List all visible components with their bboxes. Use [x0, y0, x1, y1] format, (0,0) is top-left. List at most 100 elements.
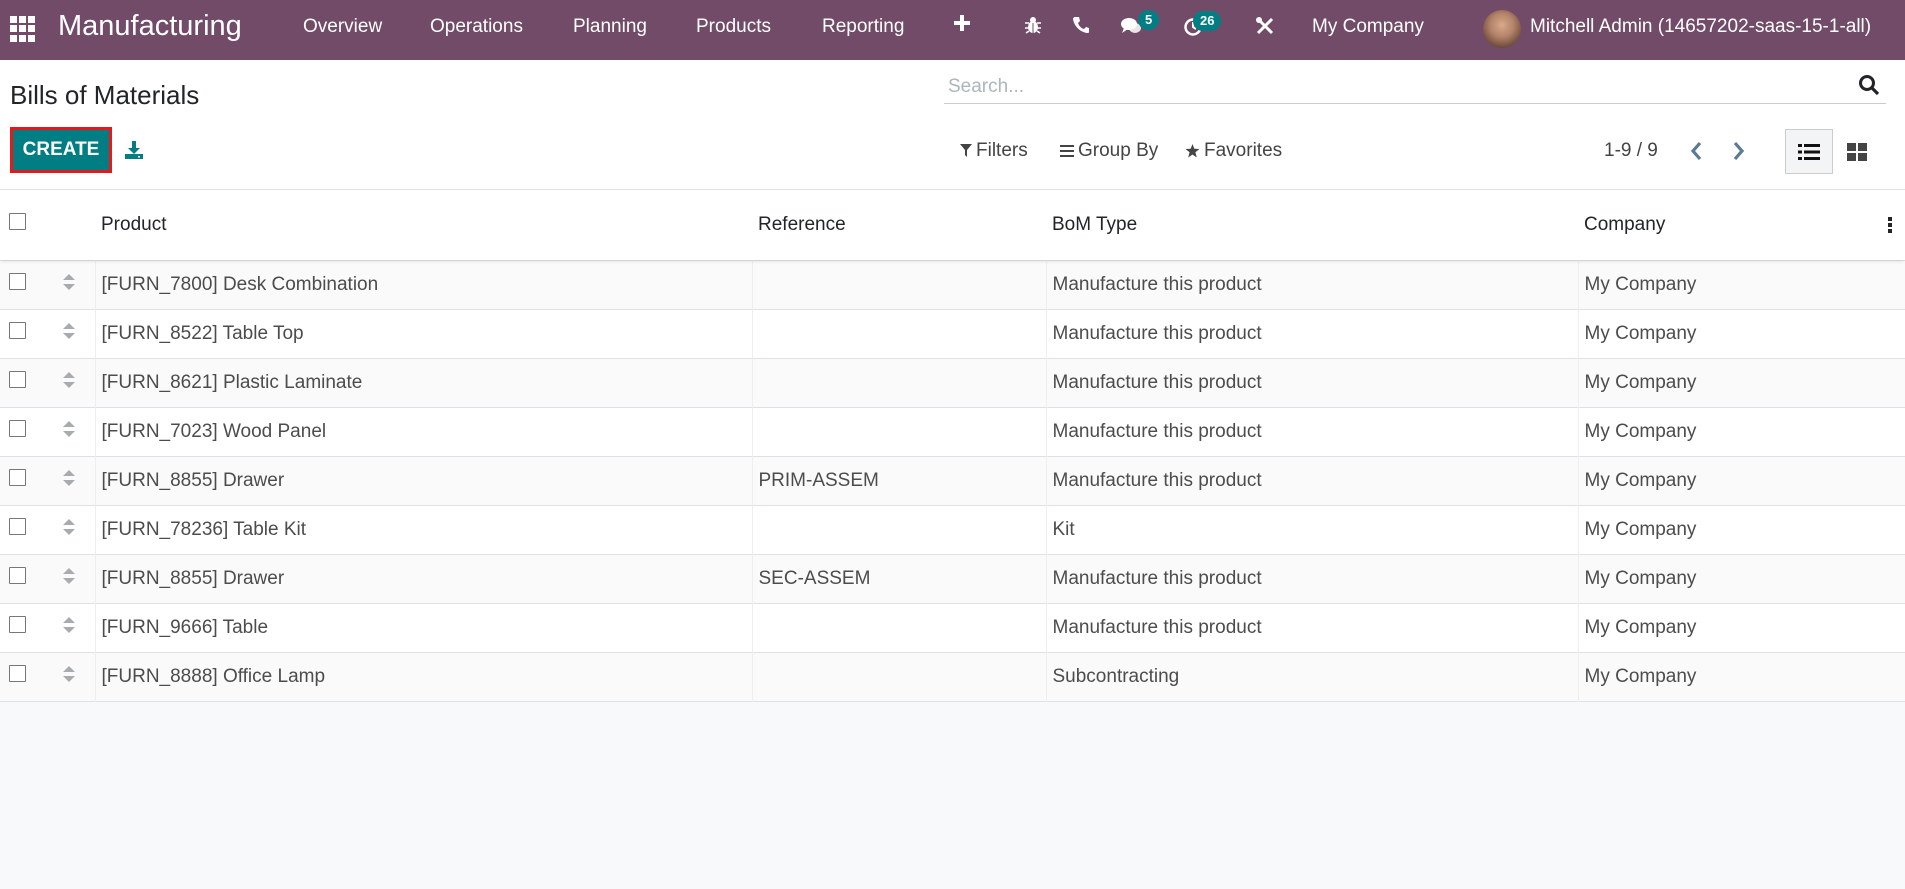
row-handle-cell — [50, 603, 95, 652]
star-icon — [1185, 144, 1200, 158]
activities-badge: 26 — [1193, 11, 1222, 31]
bom-list: Product Reference BoM Type Company [FURN… — [0, 190, 1905, 702]
chat-icon[interactable]: 5 — [1120, 10, 1160, 42]
select-all-checkbox[interactable] — [9, 213, 26, 231]
column-header-company[interactable]: Company — [1578, 190, 1905, 260]
column-header-reference[interactable]: Reference — [752, 190, 1046, 260]
drag-handle-icon[interactable] — [62, 469, 76, 487]
cell-reference — [751, 652, 1046, 701]
app-menu-grid-icon[interactable] — [10, 16, 36, 42]
row-checkbox[interactable] — [9, 371, 26, 388]
kanban-view-button[interactable] — [1833, 129, 1881, 174]
table-row[interactable]: [FURN_8621] Plastic Laminate Manufacture… — [0, 358, 1905, 407]
row-select-cell — [0, 358, 50, 407]
table-row[interactable]: [FURN_8855] Drawer SEC-ASSEM Manufacture… — [0, 554, 1905, 603]
menu-reporting[interactable]: Reporting — [822, 16, 904, 38]
favorites-button[interactable]: Favorites — [1185, 140, 1282, 162]
row-select-cell — [0, 407, 50, 456]
drag-handle-icon[interactable] — [62, 371, 76, 389]
select-all-cell — [0, 190, 50, 260]
row-select-cell — [0, 603, 50, 652]
phone-icon[interactable] — [1072, 16, 1090, 40]
filter-icon — [960, 144, 972, 157]
cell-bom-type: Manufacture this product — [1045, 358, 1578, 407]
row-checkbox[interactable] — [9, 518, 26, 535]
drag-handle-icon[interactable] — [62, 420, 76, 438]
drag-handle-icon[interactable] — [62, 616, 76, 634]
list-view-button[interactable] — [1785, 129, 1833, 174]
drag-handle-icon[interactable] — [62, 567, 76, 585]
pager-previous-icon[interactable] — [1687, 140, 1707, 162]
drag-handle-icon[interactable] — [62, 273, 76, 291]
cell-product: [FURN_8888] Office Lamp — [94, 652, 752, 701]
row-checkbox[interactable] — [9, 469, 26, 486]
drag-handle-icon[interactable] — [62, 665, 76, 683]
row-checkbox[interactable] — [9, 567, 26, 584]
cell-product: [FURN_8855] Drawer — [94, 554, 752, 603]
bug-icon[interactable] — [1024, 15, 1042, 41]
menu-operations[interactable]: Operations — [430, 16, 523, 38]
cell-reference: SEC-ASSEM — [751, 554, 1046, 603]
cell-bom-type: Manufacture this product — [1045, 260, 1578, 309]
cell-company: My Company — [1577, 652, 1905, 701]
drag-handle-icon[interactable] — [62, 322, 76, 340]
cell-company: My Company — [1577, 603, 1905, 652]
row-checkbox[interactable] — [9, 322, 26, 339]
table-row[interactable]: [FURN_7023] Wood Panel Manufacture this … — [0, 407, 1905, 456]
table-row[interactable]: [FURN_8855] Drawer PRIM-ASSEM Manufactur… — [0, 456, 1905, 505]
optional-columns-icon[interactable] — [1887, 216, 1893, 234]
cell-bom-type: Manufacture this product — [1045, 407, 1578, 456]
activity-clock-icon[interactable]: 26 — [1183, 11, 1222, 43]
menu-overview[interactable]: Overview — [303, 16, 382, 38]
cell-company: My Company — [1577, 309, 1905, 358]
user-avatar[interactable] — [1483, 10, 1521, 48]
row-select-cell — [0, 260, 50, 309]
column-header-bom-type[interactable]: BoM Type — [1046, 190, 1578, 260]
table-row[interactable]: [FURN_8888] Office Lamp Subcontracting M… — [0, 652, 1905, 701]
row-checkbox[interactable] — [9, 665, 26, 682]
search-icon[interactable] — [1858, 74, 1880, 96]
create-button[interactable]: CREATE — [10, 127, 112, 173]
export-download-icon[interactable] — [124, 140, 144, 160]
row-checkbox[interactable] — [9, 420, 26, 437]
row-checkbox[interactable] — [9, 616, 26, 633]
pager-value[interactable]: 1-9 / 9 — [1604, 140, 1658, 162]
row-checkbox[interactable] — [9, 273, 26, 290]
cell-company: My Company — [1577, 407, 1905, 456]
cell-reference — [751, 505, 1046, 554]
row-handle-cell — [50, 260, 95, 309]
search-input[interactable] — [944, 75, 1844, 98]
company-switcher[interactable]: My Company — [1312, 16, 1424, 38]
row-select-cell — [0, 505, 50, 554]
drag-handle-icon[interactable] — [62, 518, 76, 536]
cell-bom-type: Manufacture this product — [1045, 456, 1578, 505]
cell-product: [FURN_8621] Plastic Laminate — [94, 358, 752, 407]
table-row[interactable]: [FURN_7800] Desk Combination Manufacture… — [0, 260, 1905, 309]
row-handle-cell — [50, 505, 95, 554]
table-row[interactable]: [FURN_8522] Table Top Manufacture this p… — [0, 309, 1905, 358]
cell-company: My Company — [1577, 554, 1905, 603]
app-name[interactable]: Manufacturing — [58, 10, 242, 43]
row-handle-cell — [50, 407, 95, 456]
group-by-label: Group By — [1078, 140, 1159, 161]
row-handle-cell — [50, 309, 95, 358]
menu-products[interactable]: Products — [696, 16, 771, 38]
row-handle-cell — [50, 358, 95, 407]
cell-bom-type: Manufacture this product — [1045, 309, 1578, 358]
cell-bom-type: Manufacture this product — [1045, 554, 1578, 603]
table-row[interactable]: [FURN_78236] Table Kit Kit My Company — [0, 505, 1905, 554]
row-handle-cell — [50, 554, 95, 603]
tools-icon[interactable] — [1255, 16, 1275, 42]
user-menu[interactable]: Mitchell Admin (14657202-saas-15-1-all) — [1530, 16, 1871, 38]
menu-planning[interactable]: Planning — [573, 16, 647, 38]
column-header-product[interactable]: Product — [95, 190, 752, 260]
list-view-icon — [1798, 143, 1820, 160]
pager-next-icon[interactable] — [1728, 140, 1748, 162]
row-select-cell — [0, 309, 50, 358]
filters-button[interactable]: Filters — [960, 140, 1028, 162]
page-title: Bills of Materials — [10, 80, 200, 110]
cell-reference — [751, 309, 1046, 358]
plus-icon[interactable] — [953, 14, 971, 38]
table-row[interactable]: [FURN_9666] Table Manufacture this produ… — [0, 603, 1905, 652]
group-by-button[interactable]: Group By — [1060, 140, 1158, 162]
